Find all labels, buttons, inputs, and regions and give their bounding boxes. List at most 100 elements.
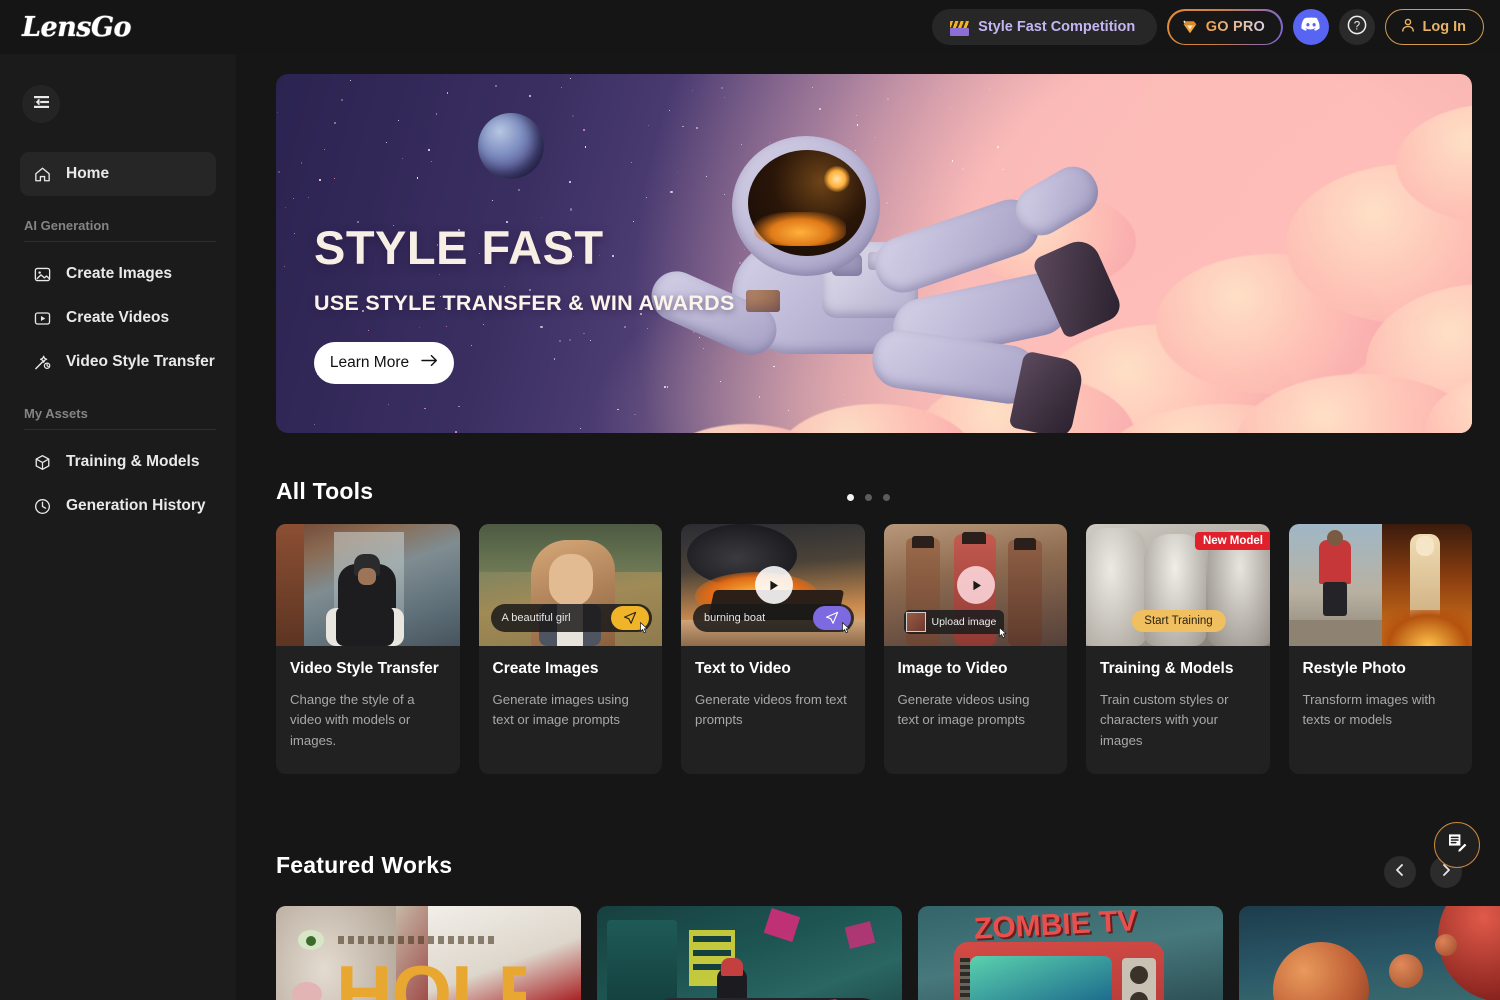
tool-thumbnail: Upload image	[884, 524, 1068, 646]
play-button[interactable]	[755, 566, 793, 604]
feedback-button[interactable]	[1434, 822, 1480, 868]
image-icon	[32, 264, 52, 284]
main-content: STYLE FAST USE STYLE TRANSFER & WIN AWAR…	[236, 54, 1500, 1000]
gem-icon	[1181, 18, 1199, 36]
style-fast-competition-button[interactable]: Style Fast Competition	[932, 9, 1157, 45]
tool-card-create-images[interactable]: A beautiful girl Create Images Generate …	[479, 524, 663, 774]
go-pro-button[interactable]: GO PRO	[1167, 9, 1282, 45]
start-training-button[interactable]: Start Training	[1131, 610, 1225, 632]
collapse-sidebar-button[interactable]	[22, 85, 60, 123]
tool-name: Image to Video	[898, 660, 1054, 678]
sidebar: Home AI Generation Create Images Create …	[0, 54, 236, 1000]
tool-description: Change the style of a video with models …	[290, 690, 446, 751]
tool-name: Create Images	[493, 660, 649, 678]
sidebar-item-training-and-models[interactable]: Training & Models	[20, 440, 216, 484]
header-actions: Style Fast Competition GO PRO ? Log In	[932, 9, 1484, 45]
tool-text: Video Style Transfer Change the style of…	[276, 646, 460, 751]
send-button[interactable]	[813, 606, 851, 630]
featured-work-item[interactable]: HOLF	[276, 906, 581, 1000]
cursor-click-icon	[637, 621, 651, 635]
cursor-click-icon	[996, 626, 1010, 640]
play-icon	[766, 578, 781, 593]
featured-work-item[interactable]: ZOMBIE TV	[918, 906, 1223, 1000]
clapperboard-icon	[950, 19, 969, 36]
tool-text: Training & Models Train custom styles or…	[1086, 646, 1270, 751]
tool-description: Generate images using text or image prom…	[493, 690, 649, 731]
sidebar-item-home[interactable]: Home	[20, 152, 216, 196]
send-icon	[623, 611, 637, 625]
tool-text: Text to Video Generate videos from text …	[681, 646, 865, 731]
tool-text: Restyle Photo Transform images with text…	[1289, 646, 1473, 731]
tool-thumbnail	[1289, 524, 1473, 646]
featured-work-item[interactable]	[1239, 906, 1500, 1000]
new-model-badge: New Model	[1195, 532, 1270, 550]
tool-name: Training & Models	[1100, 660, 1256, 678]
sidebar-group-my-assets: My Assets Training & Models Generation H…	[0, 406, 236, 528]
tool-thumbnail: burning boat	[681, 524, 865, 646]
play-icon	[969, 578, 984, 593]
carousel-dot-2[interactable]	[865, 494, 872, 501]
tools-grid: Video Style Transfer Change the style of…	[276, 524, 1472, 774]
user-icon	[1400, 17, 1416, 38]
prompt-text: burning boat	[704, 612, 765, 624]
sidebar-item-generation-history[interactable]: Generation History	[20, 484, 216, 528]
sidebar-group-ai-generation: AI Generation Create Images Create Video…	[0, 218, 236, 384]
chevron-left-icon	[1393, 863, 1407, 882]
sidebar-item-label: Create Videos	[66, 309, 169, 327]
hero-title: STYLE FAST	[314, 224, 735, 271]
app-logo[interactable]: LensGo	[22, 12, 131, 43]
feedback-note-icon	[1445, 831, 1469, 860]
help-button[interactable]: ?	[1339, 9, 1375, 45]
upload-label: Upload image	[932, 616, 997, 628]
hero-banner[interactable]: STYLE FAST USE STYLE TRANSFER & WIN AWAR…	[276, 74, 1472, 433]
tool-card-image-to-video[interactable]: Upload image Image to Video Generate vid…	[884, 524, 1068, 774]
sidebar-item-create-images[interactable]: Create Images	[20, 252, 216, 296]
magic-wand-icon	[32, 352, 52, 372]
sidebar-nav: Home AI Generation Create Images Create …	[0, 152, 236, 528]
app-header: LensGo Style Fast Competition GO PRO ? L…	[0, 0, 1500, 54]
cube-icon	[32, 452, 52, 472]
featured-works-row: HOLF ZOMBIE TV	[276, 906, 1472, 1000]
learn-more-button[interactable]: Learn More	[314, 342, 454, 384]
featured-work-caption: HOLF	[336, 958, 526, 1000]
tool-card-text-to-video[interactable]: burning boat Text to Video Generate vide…	[681, 524, 865, 774]
sidebar-item-create-videos[interactable]: Create Videos	[20, 296, 216, 340]
tool-description: Generate videos using text or image prom…	[898, 690, 1054, 731]
learn-more-label: Learn More	[330, 354, 409, 372]
divider	[24, 241, 216, 242]
carousel-dot-3[interactable]	[883, 494, 890, 501]
send-icon	[825, 611, 839, 625]
hero-text-block: STYLE FAST USE STYLE TRANSFER & WIN AWAR…	[314, 224, 735, 384]
upload-image-chip[interactable]: Upload image	[904, 610, 1005, 634]
tool-card-training-and-models[interactable]: New Model Start Training Training & Mode…	[1086, 524, 1270, 774]
tool-thumbnail: New Model Start Training	[1086, 524, 1270, 646]
carousel-prev-button[interactable]	[1384, 856, 1416, 888]
discord-icon	[1301, 17, 1321, 38]
prompt-bar[interactable]: A beautiful girl	[491, 604, 652, 632]
prompt-text: A beautiful girl	[502, 612, 571, 624]
sidebar-item-label: Home	[66, 165, 109, 183]
carousel-dot-1[interactable]	[847, 494, 854, 501]
sidebar-item-video-style-transfer[interactable]: Video Style Transfer	[20, 340, 216, 384]
question-mark-icon: ?	[1346, 14, 1368, 41]
send-button[interactable]	[611, 606, 649, 630]
upload-thumbnail	[906, 612, 926, 632]
tool-text: Create Images Generate images using text…	[479, 646, 663, 731]
tool-thumbnail	[276, 524, 460, 646]
video-play-icon	[32, 308, 52, 328]
tool-description: Transform images with texts or models	[1303, 690, 1459, 731]
tool-card-video-style-transfer[interactable]: Video Style Transfer Change the style of…	[276, 524, 460, 774]
cursor-click-icon	[839, 621, 853, 635]
svg-text:?: ?	[1353, 20, 1359, 32]
planet-decoration	[478, 113, 544, 179]
sidebar-item-label: Create Images	[66, 265, 172, 283]
discord-button[interactable]	[1293, 9, 1329, 45]
login-button[interactable]: Log In	[1385, 9, 1485, 45]
sidebar-item-label: Video Style Transfer	[66, 353, 215, 371]
arrow-right-icon	[421, 354, 438, 372]
play-button[interactable]	[957, 566, 995, 604]
prompt-bar[interactable]: burning boat	[693, 604, 854, 632]
tool-card-restyle-photo[interactable]: Restyle Photo Transform images with text…	[1289, 524, 1473, 774]
featured-work-item[interactable]	[597, 906, 902, 1000]
tool-name: Restyle Photo	[1303, 660, 1459, 678]
